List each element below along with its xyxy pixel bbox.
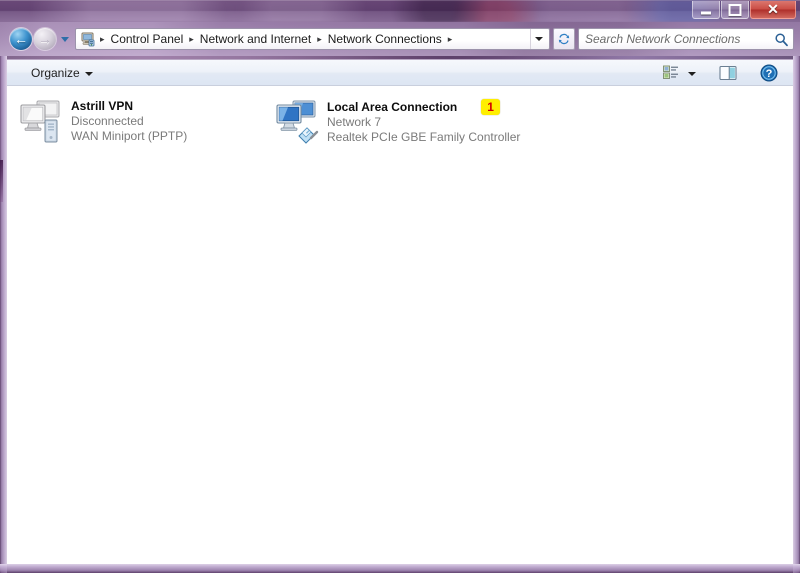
breadcrumb-separator[interactable]: ▸ bbox=[315, 34, 324, 45]
item-grid: Astrill VPN Disconnected WAN Miniport (P… bbox=[7, 86, 793, 149]
search-input[interactable] bbox=[585, 32, 774, 46]
refresh-icon bbox=[558, 33, 570, 45]
connection-name: Local Area Connection bbox=[327, 99, 458, 114]
connections-list[interactable]: Astrill VPN Disconnected WAN Miniport (P… bbox=[7, 86, 793, 564]
window-titlebar[interactable]: Network Connections ✕ bbox=[0, 0, 800, 22]
breadcrumb-separator[interactable]: ▸ bbox=[446, 34, 455, 45]
back-arrow-icon: ← bbox=[14, 31, 28, 47]
list-item-text: Astrill VPN Disconnected WAN Miniport (P… bbox=[71, 96, 187, 144]
connection-status: Network 7 bbox=[327, 115, 382, 129]
view-options-dropdown[interactable] bbox=[685, 62, 699, 84]
toolbar-right-group: ? bbox=[659, 62, 789, 84]
window-frame-bottom bbox=[0, 564, 800, 573]
minimize-icon bbox=[701, 11, 711, 14]
window-controls: ✕ bbox=[692, 1, 796, 19]
breadcrumb-separator[interactable]: ▸ bbox=[187, 34, 196, 45]
address-bar: ← → ▸ Control Panel ▸ Network and Intern… bbox=[0, 22, 800, 56]
breadcrumb-separator: ▸ bbox=[100, 33, 105, 44]
breadcrumb-item-network-connections[interactable]: Network Connections bbox=[324, 30, 446, 48]
close-button[interactable]: ✕ bbox=[750, 1, 796, 19]
forward-button[interactable]: → bbox=[34, 28, 56, 50]
preview-pane-icon bbox=[719, 65, 737, 80]
help-button[interactable]: ? bbox=[757, 62, 781, 84]
breadcrumb-item-network-and-internet[interactable]: Network and Internet bbox=[196, 30, 315, 48]
view-options-icon bbox=[663, 65, 678, 79]
history-dropdown-button[interactable] bbox=[59, 28, 72, 50]
search-icon[interactable] bbox=[774, 32, 789, 47]
address-dropdown-button[interactable] bbox=[530, 29, 547, 49]
svg-text:?: ? bbox=[766, 68, 773, 80]
frame-artifact bbox=[0, 160, 3, 202]
refresh-button[interactable] bbox=[553, 28, 575, 50]
command-toolbar: Organize ? bbox=[7, 59, 793, 86]
list-item[interactable]: Astrill VPN Disconnected WAN Miniport (P… bbox=[13, 92, 261, 149]
connection-status: Disconnected bbox=[71, 114, 144, 128]
search-box[interactable] bbox=[578, 28, 794, 50]
preview-pane-button[interactable] bbox=[716, 62, 740, 84]
breadcrumb-item-control-panel[interactable]: Control Panel bbox=[107, 30, 188, 48]
maximize-icon bbox=[728, 3, 742, 16]
network-folder-icon bbox=[80, 31, 96, 47]
chevron-down-icon bbox=[688, 71, 696, 76]
maximize-button[interactable] bbox=[721, 1, 749, 19]
window-frame-left bbox=[0, 56, 7, 573]
close-icon: ✕ bbox=[767, 0, 779, 17]
breadcrumb-bar[interactable]: ▸ Control Panel ▸ Network and Internet ▸… bbox=[75, 28, 550, 50]
breadcrumb: ▸ Control Panel ▸ Network and Internet ▸… bbox=[79, 30, 530, 48]
list-item[interactable]: Local Area Connection 1 Network 7 Realte… bbox=[269, 92, 577, 149]
list-item-text: Local Area Connection 1 Network 7 Realte… bbox=[327, 96, 520, 145]
back-button[interactable]: ← bbox=[10, 28, 32, 50]
connection-device: Realtek PCIe GBE Family Controller bbox=[327, 130, 521, 144]
chevron-down-icon bbox=[61, 37, 69, 42]
view-options-button[interactable] bbox=[659, 62, 682, 84]
connection-device: WAN Miniport (PPTP) bbox=[71, 129, 188, 143]
lan-connected-icon bbox=[273, 96, 321, 144]
status-badge: 1 bbox=[481, 99, 500, 115]
window-frame-right bbox=[793, 56, 800, 573]
vpn-disconnected-icon bbox=[17, 96, 65, 144]
explorer-window: Network Connections ✕ ← → bbox=[0, 0, 800, 573]
connection-name: Astrill VPN bbox=[71, 99, 134, 113]
list-item-name-row: Astrill VPN bbox=[71, 99, 187, 114]
help-icon: ? bbox=[760, 64, 778, 81]
window-title: Network Connections bbox=[12, 3, 117, 15]
chevron-down-icon bbox=[535, 37, 543, 41]
organize-button[interactable]: Organize bbox=[24, 62, 100, 83]
chevron-down-icon bbox=[84, 71, 93, 76]
organize-label: Organize bbox=[31, 65, 80, 80]
minimize-button[interactable] bbox=[692, 1, 720, 19]
forward-arrow-icon: → bbox=[38, 31, 52, 47]
list-item-name-row: Local Area Connection 1 bbox=[327, 99, 520, 115]
